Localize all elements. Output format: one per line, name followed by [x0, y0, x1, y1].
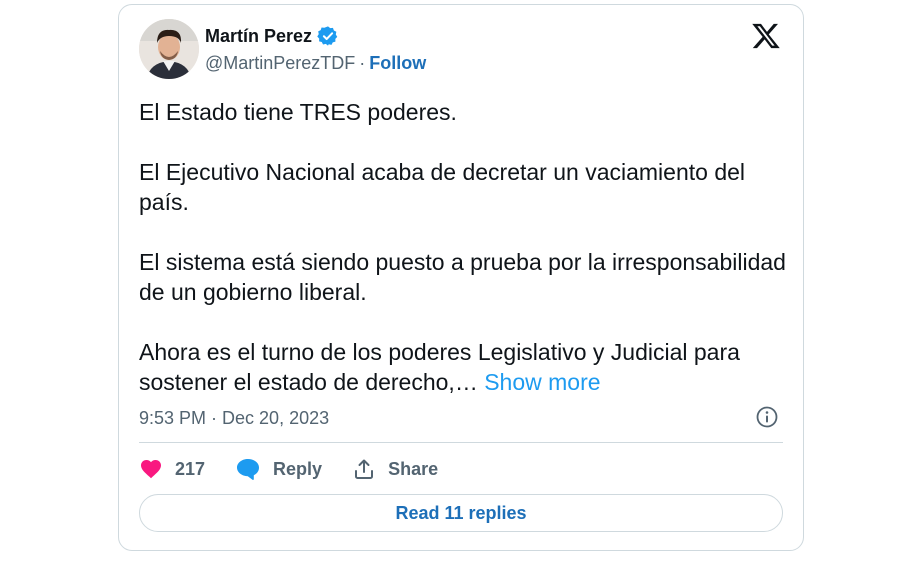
- verified-badge-icon: [317, 25, 339, 47]
- author-handle-row: @MartinPerezTDF · Follow: [205, 53, 426, 74]
- author-handle[interactable]: @MartinPerezTDF: [205, 53, 355, 74]
- tweet-paragraph: El Estado tiene TRES poderes.: [139, 99, 457, 125]
- avatar[interactable]: [139, 19, 199, 79]
- tweet-embed-card: Martín Perez @MartinPerezTDF · Follow El…: [118, 4, 804, 551]
- author-name-row: Martín Perez: [205, 25, 339, 47]
- info-icon[interactable]: [755, 405, 779, 429]
- tweet-text: El Estado tiene TRES poderes. El Ejecuti…: [139, 97, 789, 397]
- follow-link[interactable]: Follow: [369, 53, 426, 74]
- tweet-timestamp[interactable]: 9:53 PM · Dec 20, 2023: [139, 408, 329, 429]
- handle-separator: ·: [359, 53, 366, 73]
- tweet-paragraph: El Ejecutivo Nacional acaba de decretar …: [139, 159, 746, 215]
- share-upload-icon: [352, 457, 376, 481]
- speech-bubble-icon: [235, 457, 261, 481]
- divider: [139, 442, 783, 443]
- heart-icon: [139, 457, 163, 481]
- share-button[interactable]: Share: [352, 457, 438, 481]
- x-logo-icon[interactable]: [751, 21, 781, 51]
- show-more-link[interactable]: Show more: [484, 369, 600, 395]
- like-count: 217: [175, 458, 206, 479]
- tweet-paragraph: El sistema está siendo puesto a prueba p…: [139, 249, 786, 305]
- tweet-paragraph-last: Ahora es el turno de los poderes Legisla…: [139, 337, 789, 397]
- share-label: Share: [388, 458, 439, 479]
- read-replies-button[interactable]: Read 11 replies: [139, 494, 783, 532]
- action-bar: 217 Reply Share: [139, 454, 468, 484]
- reply-button[interactable]: Reply: [235, 457, 322, 481]
- author-display-name[interactable]: Martín Perez: [205, 26, 312, 47]
- like-button[interactable]: 217: [139, 457, 205, 481]
- reply-label: Reply: [273, 458, 323, 479]
- tweet-paragraph: Ahora es el turno de los poderes Legisla…: [139, 339, 740, 395]
